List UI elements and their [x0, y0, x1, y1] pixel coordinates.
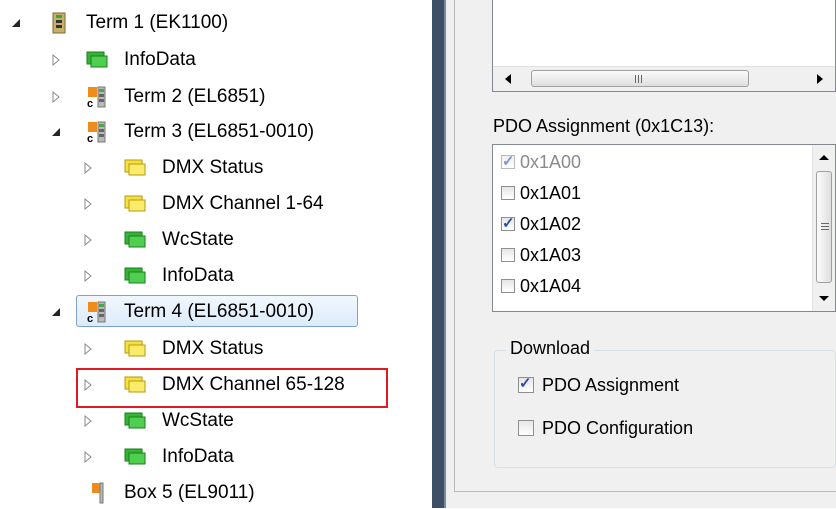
collapsed-arrow-icon[interactable]	[82, 378, 94, 392]
tree-node[interactable]: DMX Status	[0, 153, 420, 183]
collapsed-arrow-icon[interactable]	[82, 233, 94, 247]
tree-node-label: InfoData	[124, 49, 196, 70]
tree-node-label: Term 2 (EL6851)	[124, 86, 266, 107]
green-folder-icon	[124, 265, 146, 285]
tree-node-label: Term 3 (EL6851-0010)	[124, 121, 315, 142]
pdo-list-upper[interactable]	[492, 0, 836, 92]
right-panel: PDO Assignment (0x1C13): 0x1A000x1A010x1…	[446, 0, 836, 508]
pdo-item-label: 0x1A02	[520, 213, 582, 234]
tree-node[interactable]: Box 5 (EL9011)	[0, 478, 420, 508]
green-folder-icon	[86, 49, 108, 69]
expanded-arrow-icon[interactable]	[50, 125, 62, 139]
pdo-item-label: 0x1A03	[520, 244, 582, 265]
green-folder-icon	[124, 410, 146, 430]
pdo-list-item[interactable]: 0x1A03	[501, 240, 581, 270]
collapsed-arrow-icon[interactable]	[82, 269, 94, 283]
grip-icon	[821, 223, 829, 230]
collapsed-arrow-icon[interactable]	[82, 197, 94, 211]
collapsed-arrow-icon[interactable]	[82, 161, 94, 175]
pdo-configuration-checkbox[interactable]	[518, 420, 534, 436]
tree-node-label: InfoData	[162, 265, 234, 286]
pdo-item-label: 0x1A01	[520, 182, 582, 203]
pdo-assignment-checkbox[interactable]	[518, 374, 534, 393]
collapsed-arrow-icon[interactable]	[82, 342, 94, 356]
scrollbar-thumb[interactable]	[531, 70, 749, 87]
pdo-assignment-list[interactable]: 0x1A00 0x1A01 0x1A02 0x1A03 0x1A04	[492, 144, 836, 312]
terminal-icon: c	[86, 301, 106, 325]
pdo-checkbox[interactable]	[501, 279, 515, 293]
download-group	[494, 350, 836, 468]
tree-node[interactable]: WcState	[0, 225, 420, 255]
svg-text:c: c	[87, 133, 93, 143]
splitter[interactable]	[432, 0, 446, 508]
green-folder-icon	[124, 446, 146, 466]
yellow-folder-icon	[124, 374, 146, 394]
tree-node-label: DMX Status	[162, 338, 264, 359]
collapsed-arrow-icon[interactable]	[82, 450, 94, 464]
scroll-right-icon[interactable]	[815, 73, 825, 85]
tree-node[interactable]: InfoData	[0, 261, 420, 291]
tree-node[interactable]: c Term 2 (EL6851)	[0, 82, 420, 112]
scroll-up-icon[interactable]	[818, 153, 830, 161]
tree-node-label: Term 4 (EL6851-0010)	[124, 301, 315, 322]
download-pdo-assignment-option[interactable]: PDO Assignment	[518, 370, 679, 400]
pdo-checkbox[interactable]	[501, 214, 515, 232]
terminal-icon: c	[86, 121, 106, 145]
scrollbar-thumb[interactable]	[816, 171, 832, 283]
tree-node-label: WcState	[162, 229, 234, 250]
tree-node[interactable]: InfoData	[0, 45, 420, 75]
download-pdo-configuration-option[interactable]: PDO Configuration	[518, 413, 693, 443]
tree-node[interactable]: DMX Status	[0, 334, 420, 364]
grip-icon	[635, 75, 642, 83]
pdo-list-item[interactable]: 0x1A04	[501, 271, 581, 301]
pdo-checkbox[interactable]	[501, 186, 515, 200]
horizontal-scrollbar[interactable]	[493, 66, 835, 91]
pdo-list-item[interactable]: 0x1A00	[501, 147, 581, 177]
pdo-list-item[interactable]: 0x1A01	[501, 178, 581, 208]
svg-text:c: c	[87, 98, 93, 108]
tree-node-label: DMX Channel 65-128	[162, 374, 345, 395]
expanded-arrow-icon[interactable]	[10, 16, 22, 30]
pdo-list-item[interactable]: 0x1A02	[501, 209, 581, 239]
end-terminal-icon	[86, 482, 106, 504]
tree-node[interactable]: DMX Channel 65-128	[0, 370, 420, 400]
vertical-scrollbar[interactable]	[812, 145, 835, 311]
scroll-down-icon[interactable]	[818, 295, 830, 303]
terminal-icon: c	[86, 86, 106, 110]
yellow-folder-icon	[124, 157, 146, 177]
tree-node[interactable]: WcState	[0, 406, 420, 436]
yellow-folder-icon	[124, 193, 146, 213]
green-folder-icon	[124, 229, 146, 249]
tree-node-label: DMX Status	[162, 157, 264, 178]
tree-node[interactable]: c Term 3 (EL6851-0010)	[0, 117, 420, 147]
collapsed-arrow-icon[interactable]	[82, 414, 94, 428]
io-tree: Term 1 (EK1100) InfoData c Term 2 (EL6851) c…	[0, 0, 432, 508]
tree-node[interactable]: InfoData	[0, 442, 420, 472]
tree-node-label: InfoData	[162, 446, 234, 467]
tree-node-label: DMX Channel 1-64	[162, 193, 324, 214]
tree-node[interactable]: DMX Channel 1-64	[0, 189, 420, 219]
expanded-arrow-icon[interactable]	[50, 305, 62, 319]
collapsed-arrow-icon[interactable]	[50, 90, 62, 104]
scroll-left-icon[interactable]	[503, 73, 513, 85]
yellow-folder-icon	[124, 338, 146, 358]
tree-node-label: WcState	[162, 410, 234, 431]
collapsed-arrow-icon[interactable]	[50, 53, 62, 67]
pdo-checkbox[interactable]	[501, 248, 515, 262]
tree-node-label: Box 5 (EL9011)	[124, 482, 255, 503]
svg-text:c: c	[87, 313, 93, 323]
pdo-assignment-label: PDO Assignment	[542, 374, 680, 395]
pdo-assignment-title: PDO Assignment (0x1C13):	[493, 116, 715, 136]
tree-node-label: Term 1 (EK1100)	[86, 12, 229, 33]
coupler-icon	[48, 12, 68, 34]
pdo-item-label: 0x1A00	[520, 151, 582, 172]
pdo-checkbox[interactable]	[501, 152, 515, 170]
tree-node[interactable]: Term 1 (EK1100)	[0, 8, 420, 38]
tree-node[interactable]: c Term 4 (EL6851-0010)	[0, 297, 420, 327]
pdo-item-label: 0x1A04	[520, 275, 582, 296]
pdo-configuration-label: PDO Configuration	[542, 417, 694, 438]
download-group-title: Download	[506, 338, 595, 359]
